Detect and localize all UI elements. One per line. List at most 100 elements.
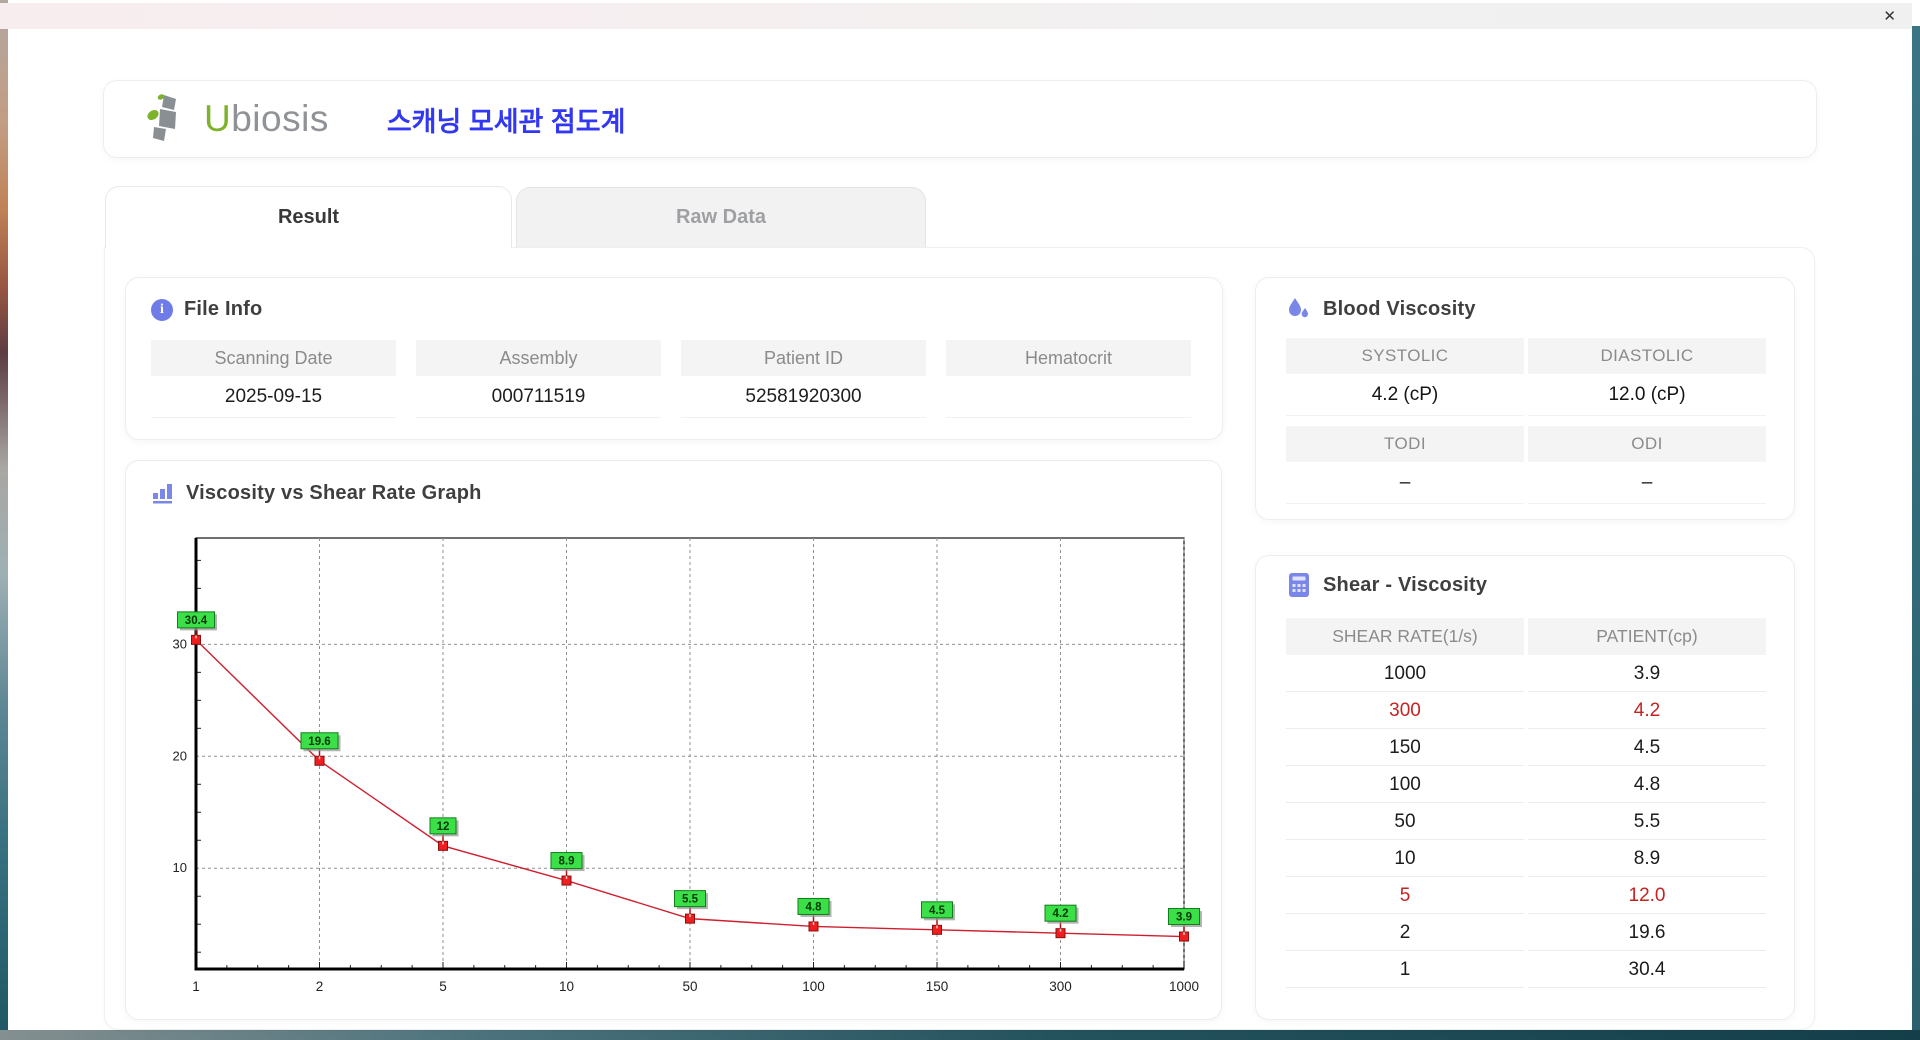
field-label: Scanning Date <box>151 340 396 376</box>
info-icon: i <box>151 298 173 321</box>
svg-text:4.2: 4.2 <box>1053 908 1069 920</box>
cell-shear-rate: 100 <box>1286 766 1524 803</box>
logo-letters-rest: biosis <box>231 98 329 139</box>
ubiosis-logo-icon <box>147 94 176 141</box>
blood-viscosity-title: Blood Viscosity <box>1323 297 1476 320</box>
cell-patient: 12.0 <box>1528 877 1766 914</box>
bv-value-row: 4.2 (cP) 12.0 (cP) <box>1286 374 1766 416</box>
bv-value-diastolic: 12.0 (cP) <box>1528 374 1766 416</box>
svg-text:10: 10 <box>559 979 574 994</box>
svg-text:10: 10 <box>173 860 187 875</box>
bv-label-diastolic: DIASTOLIC <box>1528 338 1766 374</box>
cell-patient: 8.9 <box>1528 840 1766 877</box>
bv-value-systolic: 4.2 (cP) <box>1286 374 1524 416</box>
file-info-title: File Info <box>184 298 263 320</box>
cell-patient: 19.6 <box>1528 914 1766 951</box>
table-row: 100 4.8 <box>1286 766 1766 803</box>
table-row: 150 4.5 <box>1286 729 1766 766</box>
svg-text:30: 30 <box>173 636 187 651</box>
logo-text: Ubiosis <box>204 98 329 140</box>
cell-patient: 3.9 <box>1528 655 1766 692</box>
desktop-background-bottom <box>0 1030 1920 1040</box>
field-label: Hematocrit <box>946 340 1191 376</box>
bar-chart-icon <box>153 484 172 504</box>
bv-label-systolic: SYSTOLIC <box>1286 338 1524 374</box>
blood-viscosity-header: Blood Viscosity <box>1286 296 1476 322</box>
desktop-background-left <box>0 0 8 1040</box>
cell-patient: 4.2 <box>1528 692 1766 729</box>
svg-text:5: 5 <box>439 979 447 994</box>
bv-header-row: TODI ODI <box>1286 426 1766 462</box>
table-row: 50 5.5 <box>1286 803 1766 840</box>
desktop-background-right <box>1912 26 1920 1040</box>
cell-patient: 4.5 <box>1528 729 1766 766</box>
svg-text:8.9: 8.9 <box>559 856 575 868</box>
field-value: 2025-09-15 <box>151 376 396 418</box>
blood-viscosity-table: SYSTOLIC DIASTOLIC 4.2 (cP) 12.0 (cP) TO… <box>1286 338 1766 504</box>
bv-header-row: SYSTOLIC DIASTOLIC <box>1286 338 1766 374</box>
table-row: 10 8.9 <box>1286 840 1766 877</box>
bv-value-todi: – <box>1286 462 1524 504</box>
shear-table-body: 1000 3.9 300 4.2 150 4.5 100 4.8 50 5.5 10 8.9 5 12.0… <box>1286 655 1766 988</box>
shear-table-header-row: SHEAR RATE(1/s) PATIENT(cp) <box>1286 618 1766 655</box>
tab-raw-data[interactable]: Raw Data <box>516 187 926 248</box>
cell-shear-rate: 50 <box>1286 803 1524 840</box>
table-row: 1 30.4 <box>1286 951 1766 988</box>
table-row: 300 4.2 <box>1286 692 1766 729</box>
svg-text:300: 300 <box>1049 979 1072 994</box>
svg-text:2: 2 <box>316 979 324 994</box>
svg-text:100: 100 <box>802 979 825 994</box>
tab-result[interactable]: Result <box>105 186 512 248</box>
file-info-card: i File Info Scanning Date 2025-09-15 Assem… <box>125 277 1223 440</box>
shear-viscosity-title: Shear - Viscosity <box>1323 573 1488 596</box>
droplets-icon <box>1289 298 1308 318</box>
svg-text:20: 20 <box>173 748 187 763</box>
page-title: 스캐닝 모세관 점도계 <box>386 106 626 137</box>
blood-viscosity-card: Blood Viscosity SYSTOLIC DIASTOLIC 4.2 (… <box>1255 277 1795 520</box>
svg-text:19.6: 19.6 <box>308 736 330 748</box>
svg-text:5.5: 5.5 <box>682 894 699 906</box>
cell-shear-rate: 2 <box>1286 914 1524 951</box>
close-icon[interactable]: ✕ <box>1883 9 1896 24</box>
cell-shear-rate: 150 <box>1286 729 1524 766</box>
field-value <box>946 376 1191 418</box>
table-row: 1000 3.9 <box>1286 655 1766 692</box>
cell-shear-rate: 5 <box>1286 877 1524 914</box>
file-info-field: Hematocrit <box>946 340 1191 418</box>
field-label: Patient ID <box>681 340 926 376</box>
logo-letter-u: U <box>204 98 232 139</box>
ubiosis-logo: Ubiosis <box>146 93 329 145</box>
svg-text:4.5: 4.5 <box>929 905 946 917</box>
bv-label-odi: ODI <box>1528 426 1766 462</box>
file-info-field: Scanning Date 2025-09-15 <box>151 340 396 418</box>
svg-text:50: 50 <box>682 979 697 994</box>
shear-viscosity-header: Shear - Viscosity <box>1286 572 1487 598</box>
col-header-patient: PATIENT(cp) <box>1528 618 1766 655</box>
cell-shear-rate: 1 <box>1286 951 1524 988</box>
viscosity-chart: 1020301 2 5 10 50 100 150 300 100030.419.6128.95… <box>173 537 1202 994</box>
cell-patient: 5.5 <box>1528 803 1766 840</box>
svg-text:3.9: 3.9 <box>1176 912 1192 924</box>
field-value: 52581920300 <box>681 376 926 418</box>
shear-viscosity-table: SHEAR RATE(1/s) PATIENT(cp) 1000 3.9 300 4.… <box>1286 618 1766 988</box>
file-info-header: i File Info <box>151 298 262 321</box>
file-info-field: Patient ID 52581920300 <box>681 340 926 418</box>
bv-value-odi: – <box>1528 462 1766 504</box>
svg-text:4.8: 4.8 <box>806 901 823 913</box>
header-card: Ubiosis 스캐닝 모세관 점도계 <box>103 80 1817 158</box>
field-value: 000711519 <box>416 376 661 418</box>
svg-text:150: 150 <box>926 979 949 994</box>
field-label: Assembly <box>416 340 661 376</box>
cell-shear-rate: 1000 <box>1286 655 1524 692</box>
graph-card: Viscosity vs Shear Rate Graph 10 20 30 1 2 5 1… <box>125 460 1222 1020</box>
file-info-field: Assembly 000711519 <box>416 340 661 418</box>
svg-text:12: 12 <box>437 821 450 833</box>
shear-viscosity-card: Shear - Viscosity SHEAR RATE(1/s) PATIEN… <box>1255 555 1795 1020</box>
graph-title: Viscosity vs Shear Rate Graph <box>186 481 482 504</box>
svg-text:30.4: 30.4 <box>185 615 208 627</box>
col-header-shear-rate: SHEAR RATE(1/s) <box>1286 618 1524 655</box>
bv-label-todi: TODI <box>1286 426 1524 462</box>
window-titlebar: ✕ <box>0 3 1912 29</box>
cell-patient: 4.8 <box>1528 766 1766 803</box>
cell-shear-rate: 10 <box>1286 840 1524 877</box>
